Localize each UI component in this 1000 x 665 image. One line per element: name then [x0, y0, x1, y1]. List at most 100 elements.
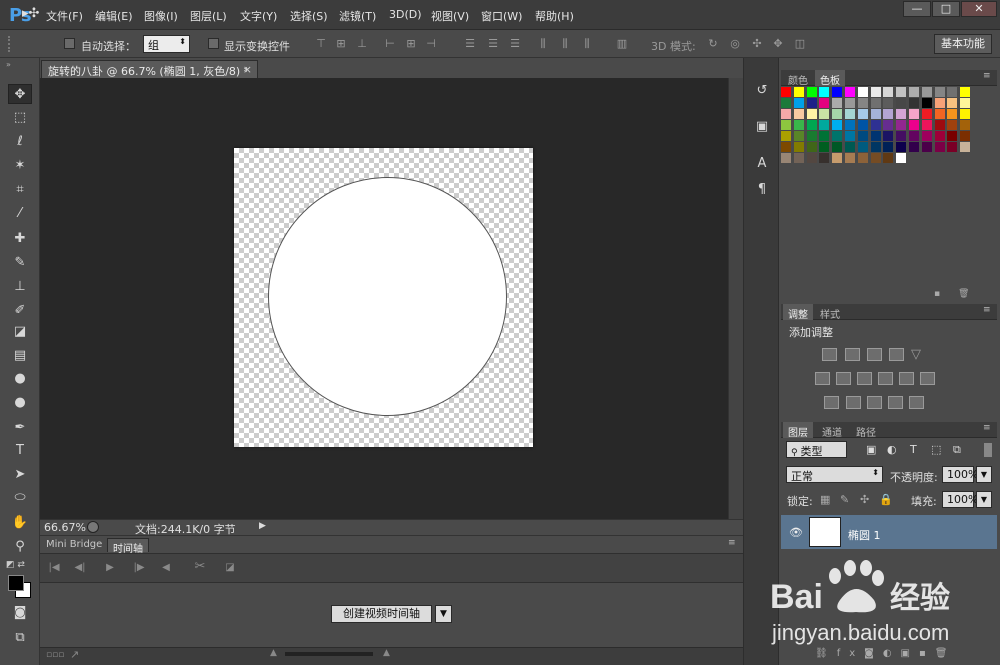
color-swatch[interactable] [934, 120, 945, 130]
threshold-icon[interactable] [867, 396, 882, 409]
default-colors-icon[interactable]: ◩ ⇄ [6, 560, 25, 570]
black-white-icon[interactable] [857, 372, 872, 385]
gradient-tool-icon[interactable]: ▤ [8, 346, 32, 366]
color-swatch[interactable] [909, 109, 919, 119]
filter-adjustment-icon[interactable]: ◐ [887, 443, 897, 456]
blur-tool-icon[interactable]: ● [8, 369, 32, 389]
layers-footer-icons[interactable]: ⛓fx◙◐▣▪🗑 [815, 648, 956, 659]
color-swatch[interactable] [870, 131, 881, 141]
previous-frame-icon[interactable]: ◀| [73, 562, 87, 573]
color-swatch[interactable] [793, 98, 804, 108]
panel-menu-icon[interactable]: ≡ [983, 423, 991, 433]
scale-3d-icon[interactable]: ◫ [793, 37, 807, 50]
color-swatch[interactable] [793, 120, 804, 130]
menu-edit[interactable]: 编辑(E) [95, 8, 133, 24]
color-swatch[interactable] [909, 87, 919, 97]
color-swatch[interactable] [845, 153, 855, 163]
color-swatch[interactable] [934, 98, 945, 108]
split-scissors-icon[interactable]: ✂ [193, 559, 207, 574]
color-swatch[interactable] [819, 87, 830, 97]
hand-tool-icon[interactable]: ✋ [8, 513, 32, 533]
color-swatch[interactable] [947, 98, 958, 108]
color-swatch[interactable] [909, 98, 919, 108]
color-swatch[interactable] [870, 87, 881, 97]
tab-timeline[interactable]: 时间轴 [107, 538, 149, 555]
zoom-level[interactable]: 66.67% [44, 521, 86, 534]
maximize-button[interactable]: □ [932, 1, 960, 17]
show-transform-checkbox[interactable] [208, 38, 219, 49]
color-swatch[interactable] [793, 131, 804, 141]
panel-menu-icon[interactable]: ≡ [983, 305, 991, 315]
color-swatch[interactable] [896, 87, 907, 97]
align-hcenter-icon[interactable]: ⊞ [404, 37, 418, 50]
color-swatch[interactable] [781, 98, 791, 108]
auto-select-checkbox[interactable] [64, 38, 75, 49]
menu-filter[interactable]: 滤镜(T) [339, 8, 376, 24]
close-window-button[interactable]: ✕ [961, 1, 997, 17]
color-swatch[interactable] [857, 120, 868, 130]
color-swatch[interactable] [934, 109, 945, 119]
chevron-down-icon[interactable]: ▼ [976, 466, 992, 483]
align-left-icon[interactable]: ⊢ [383, 37, 397, 50]
color-swatch[interactable] [793, 109, 804, 119]
menu-file[interactable]: 文件(F) [46, 8, 83, 24]
tab-adjustments[interactable]: 调整 [783, 304, 813, 321]
rotate-3d-icon[interactable]: ↻ [706, 37, 720, 50]
exposure-icon[interactable] [889, 348, 904, 361]
color-swatch[interactable] [781, 109, 791, 119]
color-swatch[interactable] [896, 131, 907, 141]
menu-type[interactable]: 文字(Y) [240, 8, 277, 24]
minimize-button[interactable]: — [903, 1, 931, 17]
white-ellipse-shape[interactable] [268, 177, 507, 416]
drag-3d-icon[interactable]: ✣ [750, 37, 764, 50]
new-swatch-icon[interactable]: ▪ [934, 289, 940, 299]
first-frame-icon[interactable]: |◀ [47, 562, 61, 573]
color-swatch[interactable] [781, 153, 791, 163]
color-swatch[interactable] [870, 142, 881, 152]
filter-shape-icon[interactable]: ⬚ [931, 443, 941, 456]
color-swatch[interactable] [819, 153, 830, 163]
color-swatch[interactable] [921, 120, 932, 130]
color-swatch[interactable] [832, 142, 843, 152]
menu-help[interactable]: 帮助(H) [535, 8, 574, 24]
color-swatch[interactable] [896, 98, 907, 108]
clone-stamp-tool-icon[interactable]: ⊥ [8, 277, 32, 297]
audio-icon[interactable]: ◀ [159, 562, 173, 573]
history-brush-tool-icon[interactable]: ✐ [8, 301, 32, 321]
filter-type-icon[interactable]: T [910, 443, 917, 456]
layer-thumbnail[interactable] [809, 517, 841, 547]
color-swatch[interactable] [896, 142, 907, 152]
properties-panel-icon[interactable]: ▣ [753, 118, 771, 136]
distribute-right-icon[interactable]: ⫼ [580, 37, 594, 50]
align-vcenter-icon[interactable]: ⊞ [334, 37, 348, 50]
color-swatch[interactable] [870, 109, 881, 119]
color-swatch[interactable] [857, 131, 868, 141]
slide-3d-icon[interactable]: ✥ [771, 37, 785, 50]
zoom-out-icon[interactable]: ▲ [270, 648, 277, 658]
distribute-hcenter-icon[interactable]: ⫼ [558, 37, 572, 50]
color-swatch[interactable] [960, 131, 971, 141]
color-swatch[interactable] [793, 142, 804, 152]
paragraph-panel-icon[interactable]: ¶ [753, 181, 771, 199]
color-swatch[interactable] [896, 120, 907, 130]
color-swatch[interactable] [947, 131, 958, 141]
move-tool-preset-icon[interactable]: ▸✣ [22, 6, 39, 21]
dodge-tool-icon[interactable]: ● [8, 393, 32, 413]
crop-tool-icon[interactable]: ⌗ [8, 180, 32, 200]
color-swatch[interactable] [947, 120, 958, 130]
color-swatch[interactable] [845, 142, 855, 152]
tab-channels[interactable]: 通道 [817, 422, 847, 439]
create-video-timeline-button[interactable]: 创建视频时间轴 [331, 605, 432, 623]
filter-toggle[interactable] [984, 443, 992, 457]
color-swatch[interactable] [832, 109, 843, 119]
auto-select-dropdown[interactable]: 组 ⬍ [143, 35, 190, 53]
menu-view[interactable]: 视图(V) [431, 8, 469, 24]
color-swatch[interactable] [806, 131, 817, 141]
selective-color-icon[interactable] [888, 396, 903, 409]
color-swatch[interactable] [909, 120, 919, 130]
color-swatch[interactable] [845, 120, 855, 130]
color-swatch[interactable] [806, 98, 817, 108]
lasso-tool-icon[interactable]: ℓ [8, 132, 32, 152]
visibility-eye-icon[interactable]: 👁 [789, 526, 803, 539]
color-swatch[interactable] [909, 142, 919, 152]
